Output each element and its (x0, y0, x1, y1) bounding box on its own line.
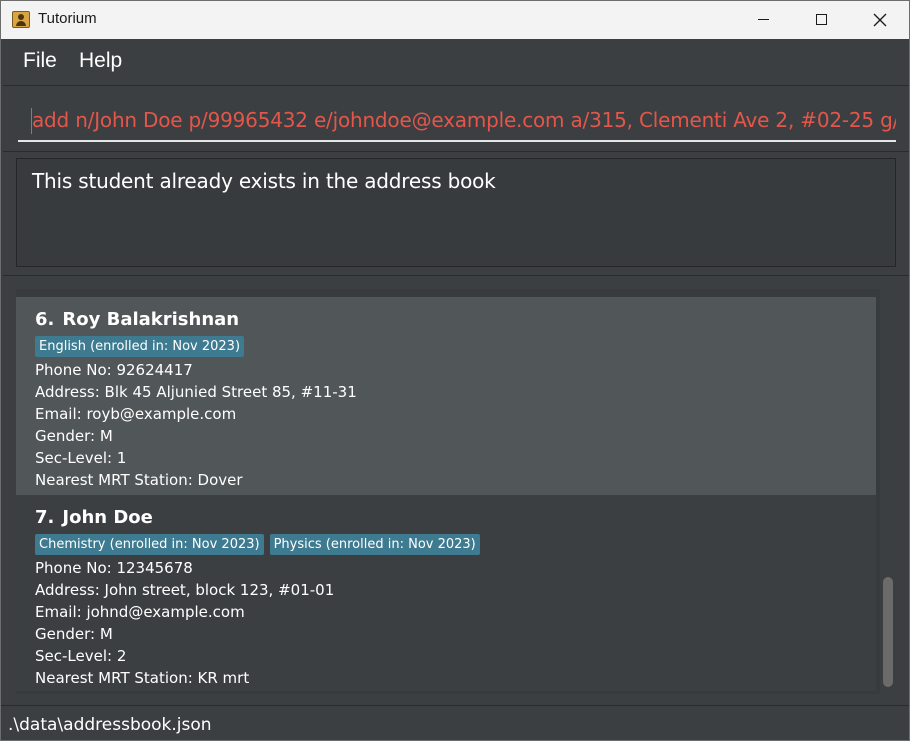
menu-file[interactable]: File (23, 49, 57, 73)
student-gender: Gender: M (35, 427, 113, 445)
student-name: Roy Balakrishnan (62, 309, 240, 330)
student-name: John Doe (62, 507, 153, 528)
close-button[interactable] (851, 1, 909, 39)
result-display-panel: This student already exists in the addre… (3, 151, 909, 273)
data-file-path: .\data\addressbook.json (8, 715, 212, 735)
app-window: Tutorium File Help add n/John Doe p/9996… (0, 0, 910, 741)
scrollbar-thumb[interactable] (883, 577, 893, 687)
maximize-icon (816, 14, 827, 25)
contacts-book-icon (12, 11, 30, 28)
subject-tags: English (enrolled in: Nov 2023) (35, 336, 250, 357)
student-email: Email: royb@example.com (35, 405, 237, 423)
subject-tag: Physics (enrolled in: Nov 2023) (269, 534, 480, 555)
student-email: Email: johnd@example.com (35, 603, 245, 621)
command-text: add n/John Doe p/99965432 e/johndoe@exam… (32, 108, 896, 132)
subject-tag: English (enrolled in: Nov 2023) (35, 336, 245, 357)
menu-bar: File Help (1, 39, 909, 83)
close-icon (873, 13, 887, 27)
student-index: 7. (35, 507, 55, 528)
student-index: 6. (35, 309, 55, 330)
window-title: Tutorium (38, 10, 97, 27)
student-list[interactable]: 6. Roy Balakrishnan English (enrolled in:… (16, 289, 880, 694)
student-card[interactable]: 7. John Doe Chemistry (enrolled in: Nov 2… (16, 495, 876, 691)
student-mrt: Nearest MRT Station: Dover (35, 471, 243, 489)
list-scrollbar[interactable] (881, 289, 895, 694)
student-list-panel: 6. Roy Balakrishnan English (enrolled in:… (3, 275, 909, 703)
student-sec-level: Sec-Level: 2 (35, 647, 127, 665)
student-address: Address: John street, block 123, #01-01 (35, 581, 335, 599)
student-phone: Phone No: 12345678 (35, 559, 193, 577)
command-box: add n/John Doe p/99965432 e/johndoe@exam… (3, 85, 909, 149)
student-sec-level: Sec-Level: 1 (35, 449, 127, 467)
subject-tags: Chemistry (enrolled in: Nov 2023) Physics… (35, 534, 486, 555)
student-name-line: 7. John Doe (35, 507, 153, 528)
command-input[interactable]: add n/John Doe p/99965432 e/johndoe@exam… (18, 99, 896, 142)
menu-help[interactable]: Help (79, 49, 122, 73)
student-mrt: Nearest MRT Station: KR mrt (35, 669, 250, 687)
result-display: This student already exists in the addre… (16, 158, 896, 267)
result-message: This student already exists in the addre… (32, 169, 496, 193)
minimize-icon (758, 19, 769, 20)
student-name-line: 6. Roy Balakrishnan (35, 309, 239, 330)
status-bar: .\data\addressbook.json (1, 705, 909, 740)
student-gender: Gender: M (35, 625, 113, 643)
subject-tag: Chemistry (enrolled in: Nov 2023) (35, 534, 264, 555)
student-card[interactable]: 6. Roy Balakrishnan English (enrolled in:… (16, 297, 876, 495)
minimize-button[interactable] (735, 1, 793, 39)
student-address: Address: Blk 45 Aljunied Street 85, #11-… (35, 383, 357, 401)
maximize-button[interactable] (793, 1, 851, 39)
student-phone: Phone No: 92624417 (35, 361, 193, 379)
title-bar[interactable]: Tutorium (1, 1, 909, 39)
